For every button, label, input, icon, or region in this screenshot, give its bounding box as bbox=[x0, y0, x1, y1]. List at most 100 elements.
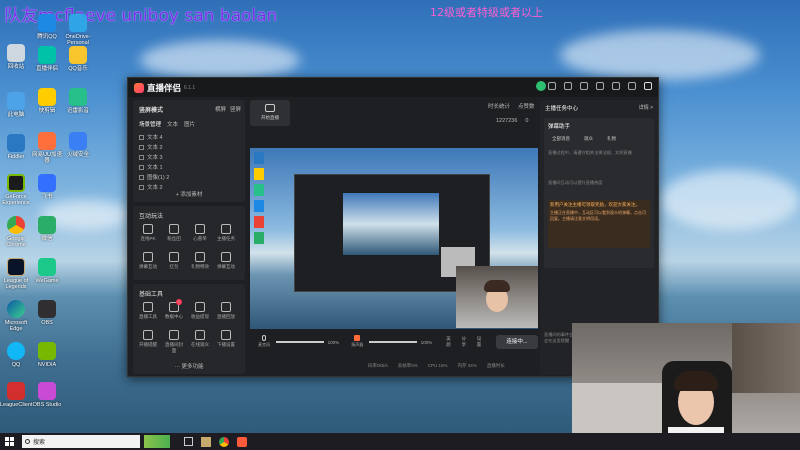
list-item[interactable]: 文本 1 bbox=[139, 162, 235, 172]
source-header: 场景管理 文本 图片 bbox=[139, 120, 195, 128]
top-counts: 1227236 0 bbox=[496, 118, 528, 124]
search-icon bbox=[25, 439, 30, 444]
tab-landscape[interactable]: 横屏 bbox=[215, 105, 226, 113]
accelerator-icon bbox=[38, 132, 56, 150]
assistant-tabs: 全部消息 观众 礼物 bbox=[552, 136, 616, 142]
desktop-icon-lol[interactable]: League of Legends bbox=[0, 258, 32, 290]
live-companion-taskbar-icon[interactable] bbox=[237, 436, 247, 447]
settings-button[interactable]: 设置 bbox=[477, 336, 484, 348]
add-source-button[interactable]: + 添加素材 bbox=[133, 190, 245, 198]
share-button[interactable]: 分享 bbox=[461, 336, 468, 348]
mic-volume-slider[interactable] bbox=[276, 341, 324, 343]
tool-data-center[interactable]: 数据中心 4 bbox=[163, 299, 185, 320]
desktop-icon-qq[interactable]: 腾讯QQ bbox=[31, 14, 63, 40]
desktop-icon-feishu[interactable]: 飞书 bbox=[31, 174, 63, 200]
settings-icon[interactable] bbox=[580, 82, 588, 90]
desktop-icon-geforce[interactable]: GeForce Experience bbox=[0, 174, 32, 206]
tool-danmaku[interactable]: 弹幕互动 bbox=[137, 252, 159, 270]
headset-icon[interactable] bbox=[564, 82, 572, 90]
speaker-volume-slider[interactable] bbox=[369, 341, 417, 343]
source-filter-text[interactable]: 文本 bbox=[167, 120, 178, 128]
tool-live-tools[interactable]: 直播工具 bbox=[137, 302, 159, 320]
desktop-icon-live-companion[interactable]: 直播伴侣 bbox=[31, 46, 63, 72]
tool-fans[interactable]: 粉丝团 bbox=[163, 224, 185, 242]
task-center-more[interactable]: 详情 > bbox=[639, 104, 653, 111]
qq-music-icon bbox=[69, 46, 87, 64]
desktop-icon-league-client[interactable]: LeagueClient bbox=[0, 382, 32, 408]
list-item[interactable]: 图像(1) 2 bbox=[139, 172, 235, 182]
windows-start-icon[interactable] bbox=[5, 437, 14, 446]
close-icon[interactable] bbox=[644, 82, 652, 90]
like-count-value: 0 bbox=[525, 118, 529, 124]
desktop-icon-huorong[interactable]: 火绒安全 bbox=[62, 132, 94, 158]
tool-earnings[interactable]: 收益提现 bbox=[189, 302, 211, 320]
desktop-icon-recycle-bin[interactable]: 回收站 bbox=[0, 44, 32, 70]
mic-button[interactable]: 麦克风 bbox=[258, 335, 270, 349]
list-item[interactable]: 文本 2 bbox=[139, 142, 235, 152]
tool-cover[interactable]: 直播间封面 bbox=[163, 330, 185, 354]
assistant-card: 弹幕助手 全部消息 观众 礼物 直播过程中，请遵守相关法律法规，文明直播 直播间… bbox=[544, 118, 654, 268]
speaker-volume-value: 100% bbox=[420, 339, 433, 345]
preview-nested-screen bbox=[343, 193, 439, 255]
tool-task[interactable]: 主播任务 bbox=[215, 224, 237, 242]
tool-replay[interactable]: 直播回放 bbox=[215, 302, 237, 320]
taskbar-search-input[interactable]: 搜索 bbox=[22, 435, 140, 448]
message-icon[interactable] bbox=[548, 82, 556, 90]
highlight-message: 新用户关注主播可领取奖励，欢迎大家关注。 主播正在直播中，互动区可以看到观众的弹… bbox=[548, 200, 650, 248]
tool-audience[interactable]: 在线观众 bbox=[189, 330, 211, 348]
desktop-icon-wechat[interactable]: 微信 bbox=[31, 216, 63, 242]
tool-pk[interactable]: 连线PK bbox=[137, 224, 159, 242]
source-text-icon bbox=[139, 154, 144, 160]
stream-preview[interactable] bbox=[250, 148, 538, 329]
maximize-icon[interactable] bbox=[628, 82, 636, 90]
image-icon bbox=[169, 330, 179, 340]
more-functions-button[interactable]: ··· 更多功能 bbox=[133, 362, 245, 370]
league-taskbar-icon[interactable] bbox=[201, 436, 211, 447]
desktop-icon-nvidia[interactable]: NVIDIA bbox=[31, 342, 63, 368]
desktop-icon-chrome[interactable]: Google Chrome bbox=[0, 216, 32, 248]
video-editor-icon bbox=[38, 88, 56, 106]
minimize-icon[interactable] bbox=[612, 82, 620, 90]
tool-danmaku-interact[interactable]: 弹幕互动 bbox=[215, 252, 237, 270]
desktop-icon-obs[interactable]: OBS bbox=[31, 300, 63, 326]
source-text-icon bbox=[139, 164, 144, 170]
tool-end-settings[interactable]: 下播设置 bbox=[215, 330, 237, 348]
go-live-button[interactable]: 连接中... bbox=[495, 335, 538, 349]
beauty-button[interactable]: 美颜 bbox=[446, 336, 453, 348]
tab-all-messages[interactable]: 全部消息 bbox=[552, 136, 570, 142]
desktop-icon-edge[interactable]: Microsoft Edge bbox=[0, 300, 32, 332]
tool-reminder[interactable]: 开播提醒 bbox=[137, 330, 159, 348]
tab-portrait[interactable]: 竖屏 bbox=[230, 105, 241, 113]
task-view-icon[interactable] bbox=[184, 437, 193, 446]
desktop-icon-obs-studio[interactable]: OBS Studio bbox=[31, 382, 63, 408]
source-filter-image[interactable]: 图片 bbox=[184, 120, 195, 128]
list-item[interactable]: 文本 4 bbox=[139, 132, 235, 142]
taskbar-news-widget[interactable] bbox=[144, 435, 170, 448]
desktop-icon-qq2[interactable]: QQ bbox=[0, 342, 32, 368]
menu-icon[interactable] bbox=[596, 82, 604, 90]
tab-gifts[interactable]: 礼物 bbox=[607, 136, 616, 142]
stat-likes[interactable]: 点赞数 bbox=[518, 102, 535, 110]
list-item[interactable]: 文本 3 bbox=[139, 152, 235, 162]
desktop-icon-onedrive[interactable]: OneDrive-Personal bbox=[62, 14, 94, 46]
start-live-card[interactable]: 开始直播 bbox=[250, 100, 290, 126]
desktop-icon-uu[interactable]: 网易UU加速器 bbox=[31, 132, 63, 164]
desktop-icon-fiddler[interactable]: Fiddler bbox=[0, 134, 32, 160]
chrome-taskbar-icon[interactable] bbox=[219, 436, 229, 447]
stat-duration[interactable]: 时长统计 bbox=[488, 102, 510, 110]
desktop-icon-this-pc[interactable]: 此电脑 bbox=[0, 92, 32, 118]
desktop-icon-xunlei[interactable]: 迅雷影音 bbox=[62, 88, 94, 114]
desktop-icon-kuaijianji[interactable]: 快剪辑 bbox=[31, 88, 63, 114]
status-duration: 直播时长 bbox=[486, 363, 505, 368]
tab-audience[interactable]: 观众 bbox=[584, 136, 593, 142]
tool-wish[interactable]: 心愿单 bbox=[189, 224, 211, 242]
tool-redpacket[interactable]: 红包 bbox=[163, 252, 185, 270]
speaker-button[interactable]: 扬声器 bbox=[351, 335, 363, 349]
live-companion-icon bbox=[38, 46, 56, 64]
tool-gift-effect[interactable]: 礼物特效 bbox=[189, 252, 211, 270]
desktop-icon-qq-music[interactable]: QQ音乐 bbox=[62, 46, 94, 72]
task-center-title: 主播任务中心 bbox=[545, 106, 579, 112]
desktop-icon-wegame[interactable]: WeGame bbox=[31, 258, 63, 284]
user-avatar[interactable] bbox=[536, 81, 546, 91]
scene-mode-selector[interactable]: 竖屏模式 bbox=[139, 105, 163, 114]
